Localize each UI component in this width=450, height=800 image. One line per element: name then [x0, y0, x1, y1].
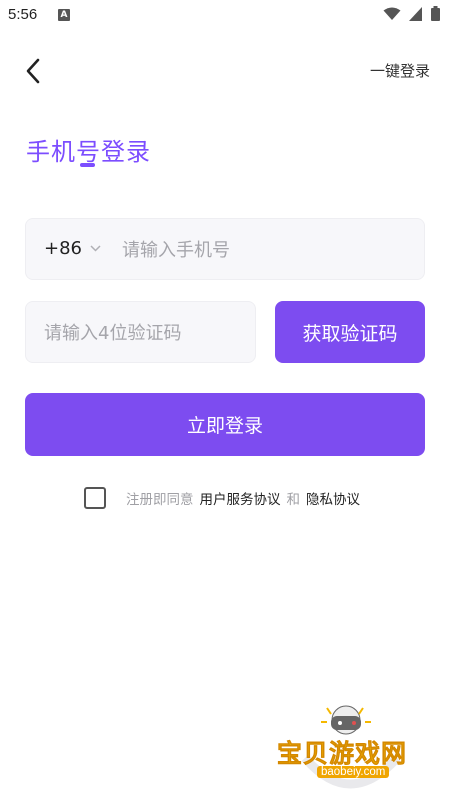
privacy-link[interactable]: 隐私协议 — [306, 488, 360, 508]
status-bar: 5:56 A — [0, 0, 450, 32]
phone-field-row: +86 — [25, 218, 425, 280]
status-icons — [383, 6, 440, 21]
agreement-prefix: 注册即同意 — [126, 492, 194, 508]
agreement-row: 注册即同意 用户服务协议 和 隐私协议 — [84, 487, 366, 509]
terms-link[interactable]: 用户服务协议 — [200, 488, 281, 508]
chevron-left-icon — [26, 58, 40, 84]
country-code: +86 — [44, 238, 82, 259]
notification-a-icon: A — [58, 9, 70, 21]
back-button[interactable] — [18, 56, 48, 86]
verification-code-input[interactable] — [44, 316, 244, 350]
quick-login-link[interactable]: 一键登录 — [370, 60, 430, 81]
battery-icon — [431, 6, 440, 21]
chevron-down-icon — [90, 245, 101, 252]
get-code-button[interactable]: 获取验证码 — [275, 301, 425, 363]
code-field-row — [25, 301, 256, 363]
title-underline — [80, 163, 95, 167]
phone-input[interactable] — [122, 233, 412, 267]
watermark-logo: 宝贝游戏网 baobeiy.com — [275, 700, 425, 800]
country-code-selector[interactable]: +86 — [44, 238, 101, 259]
agreement-checkbox[interactable] — [84, 487, 106, 509]
watermark-name: 宝贝游戏网 — [277, 739, 408, 769]
page-title: 手机号登录 — [26, 138, 151, 166]
agreement-conjunction: 和 — [286, 492, 301, 508]
signal-icon — [409, 6, 422, 21]
watermark-url: baobeiy.com — [317, 766, 390, 778]
wifi-icon — [383, 7, 401, 20]
login-button[interactable]: 立即登录 — [25, 393, 425, 456]
status-time: 5:56 — [8, 6, 38, 23]
